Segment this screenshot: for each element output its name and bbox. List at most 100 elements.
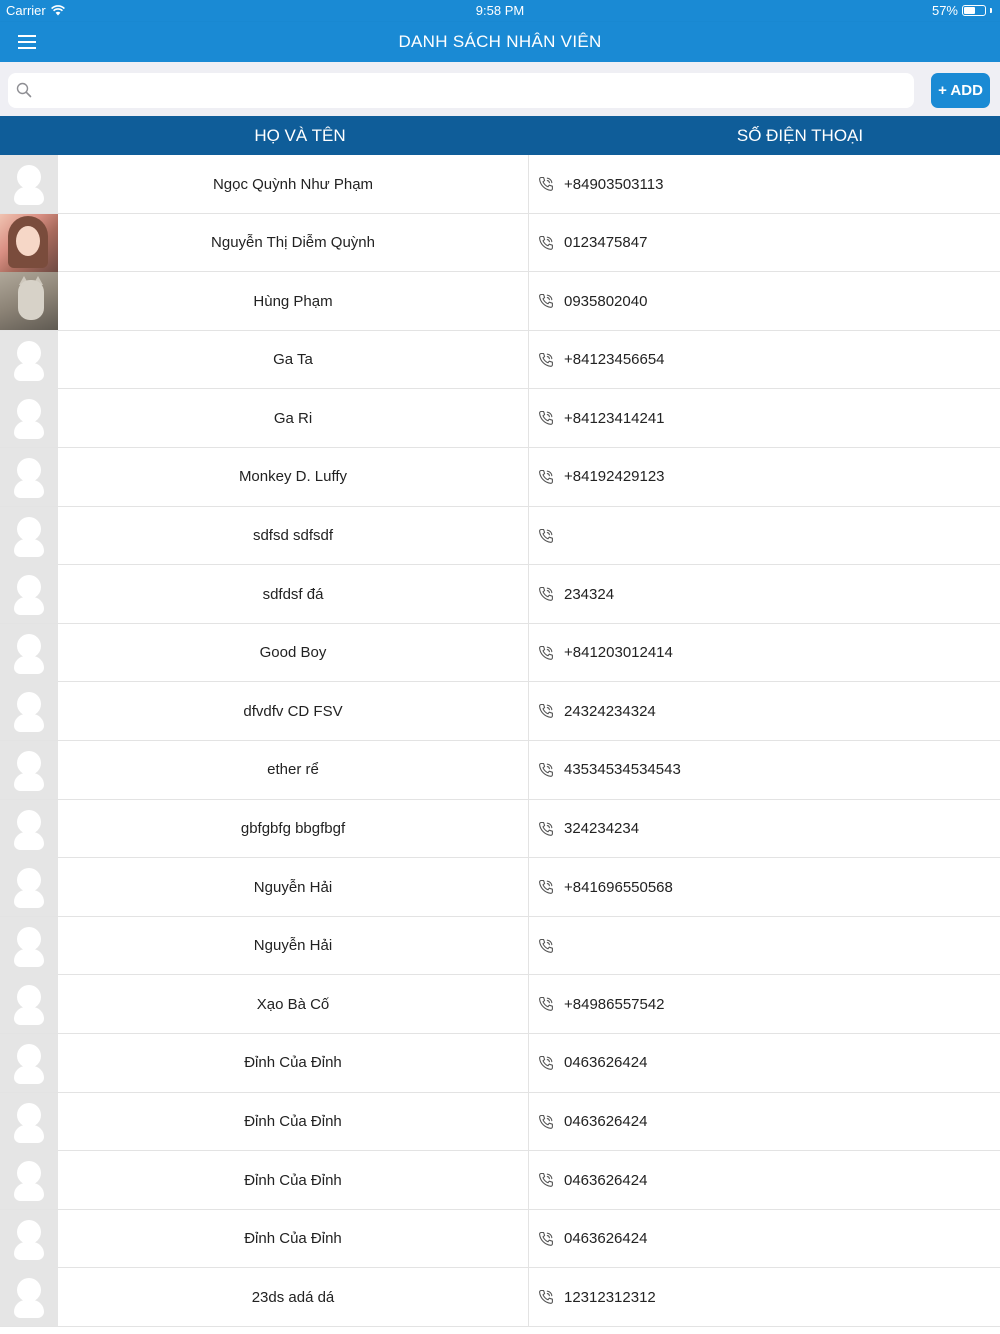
phone-cell[interactable]: 0123475847 — [538, 214, 647, 272]
avatar-placeholder-icon — [0, 1209, 58, 1268]
phone-number: 234324 — [564, 585, 615, 603]
employee-name: Đỉnh Của Đỉnh — [244, 1230, 342, 1248]
phone-cell[interactable]: 43534534534543 — [538, 741, 681, 799]
employee-name: gbfgbfg bbgfbgf — [240, 820, 346, 838]
phone-cell[interactable]: +84986557542 — [538, 975, 665, 1033]
phone-cell[interactable]: 324234234 — [538, 800, 639, 858]
avatar-placeholder-icon — [0, 330, 58, 389]
employee-name: ether rể — [267, 761, 319, 779]
battery-icon — [962, 5, 986, 16]
employee-name: Nguyễn Thị Diễm Quỳnh — [211, 234, 375, 252]
employee-name: Nguyễn Hải — [253, 878, 333, 896]
table-row[interactable]: sdfdsf đá 234324 — [0, 565, 1000, 624]
table-row[interactable]: Ngọc Quỳnh Như Phạm +84903503113 — [0, 155, 1000, 214]
phone-number: 0123475847 — [564, 234, 648, 252]
phone-number: +841696550568 — [564, 878, 673, 896]
phone-icon — [539, 352, 553, 367]
employee-name: Đỉnh Của Đỉnh — [244, 1054, 342, 1072]
table-row[interactable]: 23ds adá dá 12312312312 — [0, 1268, 1000, 1327]
table-row[interactable]: Đỉnh Của Đỉnh 0463626424 — [0, 1033, 1000, 1093]
phone-number: +84986557542 — [564, 995, 665, 1013]
phone-number: 0463626424 — [564, 1230, 648, 1248]
battery-percent: 57% — [931, 3, 958, 18]
status-time: 9:58 PM — [475, 3, 525, 18]
table-row[interactable]: dfvdfv CD FSV 24324234324 — [0, 682, 1000, 741]
phone-cell[interactable]: 0463626424 — [538, 1210, 647, 1268]
phone-cell[interactable]: +84192429123 — [538, 448, 665, 506]
phone-icon — [539, 469, 553, 484]
phone-icon — [539, 1114, 553, 1129]
search-input[interactable] — [42, 73, 902, 108]
table-row[interactable]: ether rể 43534534534543 — [0, 740, 1000, 800]
avatar-placeholder-icon — [0, 389, 58, 448]
table-row[interactable]: Monkey D. Luffy +84192429123 — [0, 447, 1000, 507]
table-row[interactable]: Đỉnh Của Đỉnh 0463626424 — [0, 1151, 1000, 1210]
table-row[interactable]: Ga Ri +84123414241 — [0, 389, 1000, 448]
battery-indicator: 57% — [932, 3, 992, 18]
table-row[interactable]: Nguyễn Thị Diễm Quỳnh 0123475847 — [0, 213, 1000, 273]
add-button[interactable]: + ADD — [931, 73, 990, 108]
phone-cell[interactable] — [538, 507, 564, 565]
column-header-name: HỌ VÀ TÊN — [254, 126, 346, 145]
search-box[interactable] — [8, 73, 914, 108]
phone-number: +84123414241 — [564, 409, 665, 427]
table-row[interactable]: Hùng Phạm 0935802040 — [0, 272, 1000, 331]
phone-cell[interactable]: +84903503113 — [538, 155, 663, 213]
avatar-placeholder-icon — [0, 975, 58, 1034]
table-row[interactable]: sdfsd sdfsdf — [0, 506, 1000, 566]
employee-name: Nguyễn Hải — [253, 937, 333, 955]
avatar-placeholder-icon — [0, 682, 58, 741]
phone-number: 0935802040 — [564, 292, 648, 310]
avatar-placeholder-icon — [0, 1151, 58, 1210]
phone-icon — [539, 294, 553, 309]
phone-icon — [539, 528, 553, 543]
employee-name: Monkey D. Luffy — [238, 468, 348, 486]
phone-cell[interactable]: 0463626424 — [538, 1034, 647, 1092]
phone-number: 0463626424 — [564, 1171, 648, 1189]
phone-number: 24324234324 — [564, 702, 656, 720]
table-row[interactable]: Đỉnh Của Đỉnh 0463626424 — [0, 1092, 1000, 1152]
avatar-placeholder-icon — [0, 1268, 58, 1327]
status-bar: Carrier 9:58 PM 57% — [0, 0, 1000, 22]
table-row[interactable]: Ga Ta +84123456654 — [0, 330, 1000, 390]
phone-cell[interactable]: 0463626424 — [538, 1151, 647, 1209]
table-row[interactable]: Nguyễn Hải — [0, 916, 1000, 976]
phone-icon — [539, 645, 553, 660]
avatar — [0, 213, 58, 272]
phone-number: 0463626424 — [564, 1054, 648, 1072]
table-row[interactable]: gbfgbfg bbgfbgf 324234234 — [0, 799, 1000, 859]
avatar-placeholder-icon — [0, 155, 58, 213]
phone-cell[interactable]: 0463626424 — [538, 1093, 647, 1151]
avatar-placeholder-icon — [0, 623, 58, 682]
phone-cell[interactable]: 24324234324 — [538, 682, 656, 740]
phone-icon — [539, 411, 553, 426]
phone-cell[interactable]: 12312312312 — [538, 1268, 656, 1326]
phone-cell[interactable]: +84123414241 — [538, 389, 665, 447]
phone-icon — [539, 704, 553, 719]
phone-cell[interactable]: 234324 — [538, 565, 614, 623]
phone-number: 324234234 — [564, 820, 640, 838]
avatar-placeholder-icon — [0, 565, 58, 624]
column-header-phone: SỐ ĐIỆN THOẠI — [736, 126, 864, 145]
phone-cell[interactable]: 0935802040 — [538, 272, 647, 330]
phone-cell[interactable]: +84123456654 — [538, 331, 665, 389]
phone-cell[interactable] — [538, 917, 564, 975]
search-bar: + ADD — [0, 62, 1000, 116]
avatar — [0, 272, 58, 331]
phone-number: +841203012414 — [564, 644, 673, 662]
employee-name: Good Boy — [259, 644, 327, 662]
table-row[interactable]: Xạo Bà Cố +84986557542 — [0, 975, 1000, 1034]
phone-cell[interactable]: +841696550568 — [538, 858, 673, 916]
avatar-placeholder-icon — [0, 1033, 58, 1092]
phone-icon — [539, 235, 553, 250]
phone-cell[interactable]: +841203012414 — [538, 624, 673, 682]
table-row[interactable]: Good Boy +841203012414 — [0, 623, 1000, 683]
phone-number: 0463626424 — [564, 1113, 648, 1130]
avatar-placeholder-icon — [0, 1092, 58, 1151]
table-row[interactable]: Đỉnh Của Đỉnh 0463626424 — [0, 1209, 1000, 1269]
search-icon — [16, 82, 32, 98]
avatar-placeholder-icon — [0, 799, 58, 858]
table-header: HỌ VÀ TÊN SỐ ĐIỆN THOẠI — [0, 116, 1000, 155]
table-row[interactable]: Nguyễn Hải +841696550568 — [0, 858, 1000, 917]
employee-name: Đỉnh Của Đỉnh — [244, 1171, 342, 1189]
